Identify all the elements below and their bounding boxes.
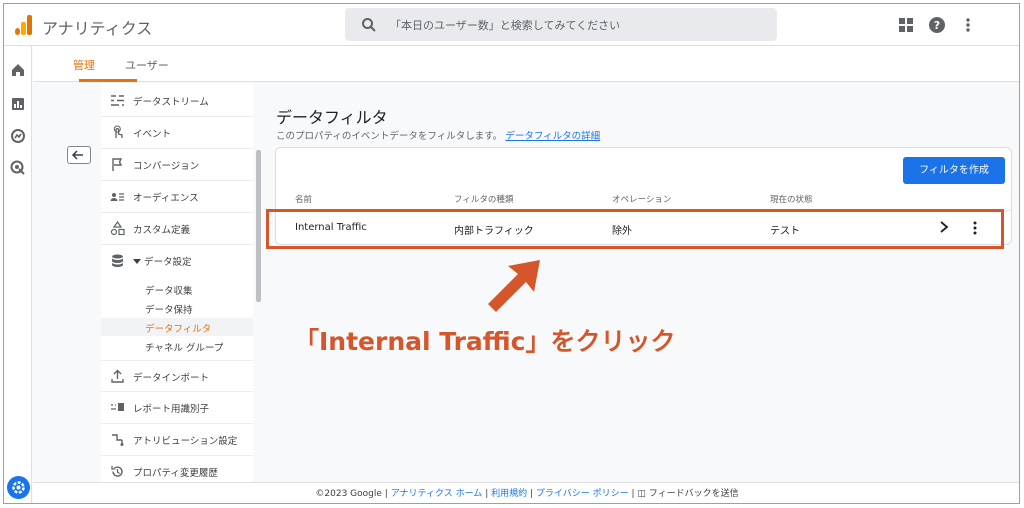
arrow-left-icon [71, 150, 83, 160]
explore-icon[interactable] [10, 128, 26, 144]
column-header-state: 現在の状態 [770, 195, 813, 205]
copyright: ©2023 Google [315, 489, 382, 499]
column-header-filter-type: フィルタの種類 [454, 195, 514, 205]
nav-label: カスタム定義 [133, 225, 191, 236]
page-description: このプロパティのイベントデータをフィルタします。 データフィルタの詳細 [276, 128, 600, 142]
nav-label: オーディエンス [133, 193, 199, 204]
gear-icon [12, 481, 25, 494]
sub-label: データ収集 [145, 286, 193, 297]
nav-scrollbar[interactable] [256, 150, 261, 302]
data-stream-icon [111, 95, 124, 106]
history-icon [111, 466, 123, 477]
sub-label: データフィルタ [145, 324, 212, 335]
advertising-icon[interactable] [10, 160, 26, 176]
left-rail [4, 46, 32, 503]
column-header-name: 名前 [295, 195, 313, 205]
nav-item-custom-definitions[interactable]: カスタム定義 [101, 213, 253, 245]
active-tab-indicator [79, 79, 137, 82]
nav-label: データストリーム [133, 97, 209, 108]
feedback-icon: ◫ [637, 489, 646, 499]
admin-settings-button[interactable] [7, 476, 30, 499]
create-filter-button[interactable]: フィルタを作成 [903, 157, 1005, 184]
shapes-icon [110, 221, 125, 236]
nav-item-conversions[interactable]: コンバージョン [101, 149, 253, 181]
footer: ©2023 Google | アナリティクス ホーム | 利用規約 | プライバ… [33, 482, 1019, 503]
help-icon[interactable]: ? [928, 16, 946, 34]
nav-item-data-streams[interactable]: データストリーム [101, 85, 253, 117]
sub-item-data-collection[interactable]: データ収集 [101, 280, 253, 298]
nav-label: プロパティ変更履歴 [133, 468, 218, 479]
top-bar: アナリティクス 「本日のユーザー数」と検索してみてください ? [4, 4, 1019, 46]
sub-item-channel-groups[interactable]: チャネル グループ [101, 337, 253, 355]
svg-text:?: ? [934, 19, 940, 32]
annotation-callout: 「Internal Traffic」をクリック [294, 327, 676, 356]
apps-grid-icon[interactable] [897, 16, 915, 34]
attribution-icon [112, 434, 124, 446]
app-title: アナリティクス [42, 19, 153, 38]
sub-label: データ保持 [145, 305, 193, 316]
nav-item-events[interactable]: イベント [101, 117, 253, 149]
admin-tabs: 管理 ユーザー [33, 46, 1019, 82]
tab-user[interactable]: ユーザー [125, 57, 169, 73]
page-title: データフィルタ [276, 108, 388, 127]
search-icon [362, 18, 376, 32]
nav-label: レポート用識別子 [133, 404, 210, 415]
footer-link-analytics-home[interactable]: アナリティクス ホーム [391, 489, 483, 499]
more-vert-icon[interactable] [959, 16, 977, 34]
search-bar[interactable]: 「本日のユーザー数」と検索してみてください [345, 8, 777, 41]
nav-item-data-import[interactable]: データインポート [101, 360, 253, 392]
arrow-up-right-icon [488, 260, 540, 312]
column-header-operation: オペレーション [612, 195, 672, 205]
sub-item-data-retention[interactable]: データ保持 [101, 299, 253, 317]
learn-more-link[interactable]: データフィルタの詳細 [505, 131, 600, 142]
highlight-box [266, 209, 1004, 249]
database-icon [112, 254, 123, 267]
collapse-nav-button[interactable] [67, 146, 91, 164]
tab-admin[interactable]: 管理 [73, 57, 95, 73]
reports-icon[interactable] [10, 96, 26, 112]
sub-item-data-filters[interactable]: データフィルタ [101, 318, 253, 336]
footer-link-terms[interactable]: 利用規約 [491, 489, 527, 499]
home-icon[interactable] [10, 62, 26, 78]
audience-icon [110, 193, 124, 201]
nav-label: コンバージョン [133, 161, 200, 172]
footer-feedback-link[interactable]: フィードバックを送信 [649, 489, 739, 499]
footer-link-privacy[interactable]: プライバシー ポリシー [536, 489, 629, 499]
analytics-logo-icon[interactable] [15, 15, 33, 35]
nav-item-data-settings[interactable]: データ設定 [101, 245, 253, 277]
caret-down-icon [133, 259, 141, 264]
nav-item-attribution-settings[interactable]: アトリビューション設定 [101, 424, 253, 456]
nav-label: データ設定 [144, 257, 192, 268]
sub-label: チャネル グループ [145, 343, 224, 354]
identity-icon [111, 403, 124, 411]
upload-icon [111, 369, 124, 383]
nav-item-reporting-identity[interactable]: レポート用識別子 [101, 392, 253, 424]
app-window: アナリティクス 「本日のユーザー数」と検索してみてください ? 管理 ユーザー … [3, 3, 1020, 504]
nav-item-audiences[interactable]: オーディエンス [101, 181, 253, 213]
admin-nav: データストリーム イベント コンバージョン オーディエンス カスタム定義 データ… [101, 83, 253, 503]
search-placeholder: 「本日のユーザー数」と検索してみてください [390, 19, 621, 32]
nav-label: イベント [133, 129, 172, 140]
nav-label: データインポート [133, 373, 210, 384]
touch-icon [113, 125, 123, 138]
description-text: このプロパティのイベントデータをフィルタします。 [276, 131, 503, 142]
flag-icon [112, 158, 123, 171]
nav-label: アトリビューション設定 [133, 436, 238, 447]
